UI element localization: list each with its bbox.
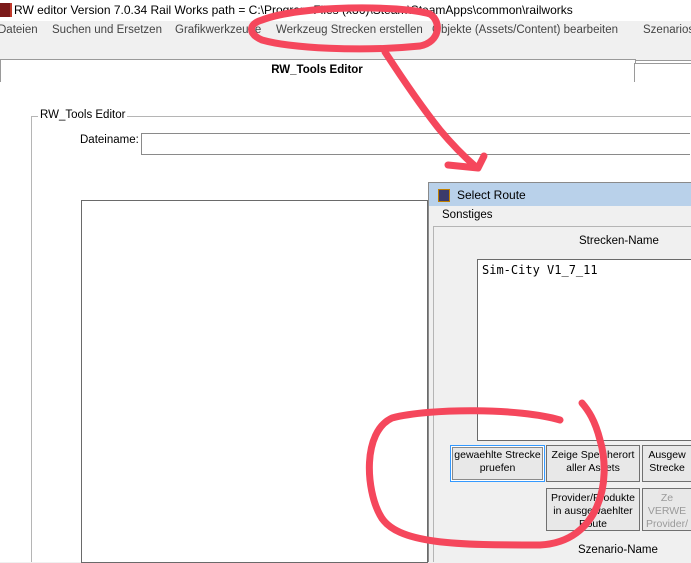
app-icon [0, 3, 12, 17]
check-route-button[interactable]: gewaehlte Strecke pruefen [450, 445, 545, 482]
scenario-list-header: Szenario-Name [578, 544, 658, 556]
used-providers-button: Ze VERWE Provider/ [642, 488, 691, 531]
menu-objekte-bearbeiten[interactable]: Objekte (Assets/Content) bearbeiten [432, 24, 618, 36]
dialog-menu-sonstiges[interactable]: Sonstiges [442, 209, 493, 221]
menu-dateien[interactable]: Dateien [0, 24, 38, 36]
route-list-item[interactable]: Sim-City V1_7_11 [482, 263, 598, 277]
filename-input[interactable] [141, 133, 690, 155]
window-title: RW editor Version 7.0.34 Rail Works path… [14, 3, 573, 17]
menu-szenarios[interactable]: Szenarios [643, 24, 691, 36]
providers-in-route-button[interactable]: Provider/Produkte in ausgewaehlter Route [546, 488, 640, 531]
file-list[interactable] [81, 200, 428, 563]
dialog-title: Select Route [457, 188, 526, 202]
title-bar: RW editor Version 7.0.34 Rail Works path… [0, 0, 691, 21]
tab-other[interactable] [634, 63, 691, 82]
filename-label: Dateiname: [80, 134, 139, 146]
route-list-header: Strecken-Name [579, 235, 659, 247]
dialog-app-icon [438, 189, 450, 202]
group-label: RW_Tools Editor [38, 109, 128, 121]
show-asset-location-button[interactable]: Zeige Speicherort aller Assets [546, 445, 640, 482]
menu-bar: Dateien Suchen und Ersetzen Grafikwerkze… [0, 21, 691, 40]
menu-grafikwerkzeuge[interactable]: Grafikwerkzeuge [175, 24, 261, 36]
route-list[interactable] [477, 259, 691, 441]
menu-suchen-ersetzen[interactable]: Suchen und Ersetzen [52, 24, 162, 36]
selected-route-button[interactable]: Ausgew Strecke [642, 445, 691, 482]
tab-label: RW_Tools Editor [271, 64, 363, 76]
menu-werkzeug-strecken[interactable]: Werkzeug Strecken erstellen [276, 24, 423, 36]
